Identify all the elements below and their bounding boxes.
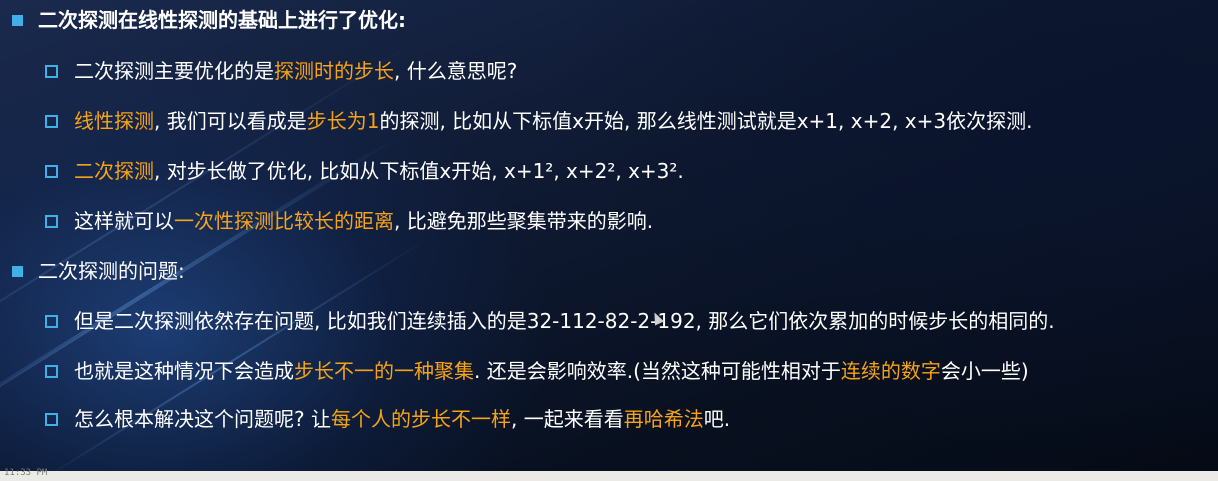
hollow-square-bullet-icon [45,365,58,378]
item-text: , 对步长做了优化, 比如从下标值x开始, x+1², x+2², x+3². [154,159,684,183]
item-text: , 我们可以看成是 [154,109,307,133]
item-text: 也就是这种情况下会造成 [74,359,294,383]
sub-bullet-step-size: 二次探测主要优化的是探测时的步长, 什么意思呢? [74,57,517,85]
highlight-text: 再哈希法 [623,407,704,431]
item-text: . 还是会影响效率.(当然这种可能性相对于 [474,359,841,383]
highlight-text: 探测时的步长 [274,59,394,83]
item-text: 的探测, 比如从下标值x开始, 那么线性测试就是x+1, x+2, x+3依次探… [379,109,1033,133]
bottom-strip: 11:33 PM [0,468,1218,481]
hollow-square-bullet-icon [45,165,58,178]
filled-square-bullet-icon [12,15,23,26]
slide-canvas: 二次探测在线性探测的基础上进行了优化: 二次探测主要优化的是探测时的步长, 什么… [0,0,1218,471]
sub-bullet-rehash: 怎么根本解决这个问题呢? 让每个人的步长不一样, 一起来看看再哈希法吧. [74,405,730,433]
item-text: , 比避免那些聚集带来的影响. [394,209,654,233]
sub-bullet-linear-probing: 线性探测, 我们可以看成是步长为1的探测, 比如从下标值x开始, 那么线性测试就… [74,107,1032,135]
clock-text: 11:33 PM [4,468,48,478]
bullet-item-problems: 二次探测的问题: [38,257,185,285]
item-text: 这样就可以 [74,209,174,233]
highlight-text: 线性探测 [74,109,154,133]
sub-bullet-clustering: 也就是这种情况下会造成步长不一的一种聚集. 还是会影响效率.(当然这种可能性相对… [74,357,1029,385]
item-text: 二次探测的问题: [38,259,185,283]
sub-bullet-quadratic-probing: 二次探测, 对步长做了优化, 比如从下标值x开始, x+1², x+2², x+… [74,157,684,185]
highlight-text: 二次探测 [74,159,154,183]
highlight-text: 一次性探测比较长的距离 [174,209,394,233]
item-text: , 一起来看看 [510,407,624,431]
item-text: 怎么根本解决这个问题呢? 让 [74,407,331,431]
hollow-square-bullet-icon [45,115,58,128]
hollow-square-bullet-icon [45,413,58,426]
bullet-item-optimization: 二次探测在线性探测的基础上进行了优化: [38,6,406,34]
highlight-text: 步长不一的一种聚集 [294,359,474,383]
hollow-square-bullet-icon [45,215,58,228]
highlight-text: 连续的数字 [840,359,941,383]
filled-square-bullet-icon [12,266,23,277]
hollow-square-bullet-icon [45,315,58,328]
highlight-text: 步长为1 [306,109,380,133]
highlight-text: 每个人的步长不一样 [330,407,511,431]
item-text: 但是二次探测依然存在问题, 比如我们连续插入的是32-112-82-2-192,… [74,309,1055,333]
sub-bullet-still-problem: 但是二次探测依然存在问题, 比如我们连续插入的是32-112-82-2-192,… [74,307,1055,335]
item-text: 二次探测主要优化的是 [74,59,274,83]
hollow-square-bullet-icon [45,65,58,78]
item-text: 二次探测在线性探测的基础上进行了优化: [38,8,406,32]
item-text: 会小一些) [940,359,1029,383]
sub-bullet-long-distance: 这样就可以一次性探测比较长的距离, 比避免那些聚集带来的影响. [74,207,653,235]
item-text: , 什么意思呢? [394,59,518,83]
item-text: 吧. [703,407,731,431]
